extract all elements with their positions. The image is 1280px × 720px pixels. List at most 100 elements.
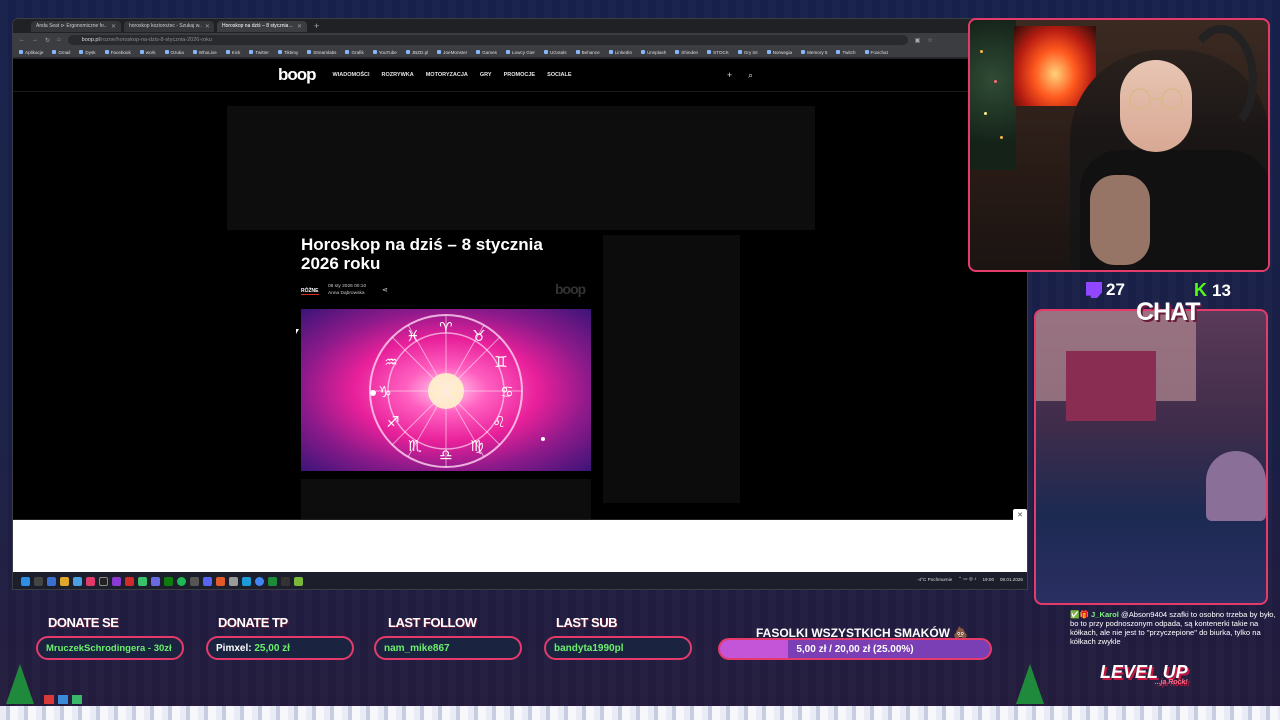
new-tab-icon[interactable]: + — [314, 21, 319, 31]
bookmark-item[interactable]: WhoLive — [193, 50, 217, 55]
app-icon[interactable] — [138, 577, 147, 586]
app-icon[interactable] — [281, 577, 290, 586]
app-icon[interactable] — [294, 577, 303, 586]
clock-time[interactable]: 19:00 — [983, 577, 995, 582]
bookmark-star-icon[interactable]: ☆ — [927, 37, 932, 44]
forward-icon[interactable]: → — [32, 37, 38, 43]
bookmark-item[interactable]: UGotals — [544, 50, 567, 55]
ad-banner — [227, 106, 815, 230]
nav-link[interactable]: PROMOCJE — [504, 72, 535, 78]
svg-text:♍: ♍ — [470, 437, 483, 455]
bookmark-item[interactable]: Gry tnt — [738, 50, 758, 55]
donate-se-value: MruczekSchrodingera - 30zł — [36, 636, 184, 660]
bookmark-item[interactable]: Twitter — [249, 50, 269, 55]
article-category[interactable]: RÓŻNE — [301, 288, 319, 295]
url-input[interactable]: boop.pl/rozne/horoskop-na-dzis-8-styczni… — [67, 35, 908, 45]
bookmark-item[interactable]: work — [140, 50, 156, 55]
close-icon[interactable]: ✕ — [1013, 509, 1027, 521]
spotify-icon[interactable] — [177, 577, 186, 586]
article-author[interactable]: Anna Dąbrowska — [328, 290, 366, 297]
nav-link[interactable]: MOTORYZACJA — [426, 72, 468, 78]
home-icon[interactable]: ⌂ — [57, 37, 61, 43]
app-icon[interactable] — [73, 577, 82, 586]
close-icon[interactable]: ✕ — [205, 23, 210, 30]
app-icon[interactable] — [125, 577, 134, 586]
site-nav: boop WIADOMOŚCI ROZRYWKA MOTORYZACJA GRY… — [13, 59, 1027, 92]
svg-text:♎: ♎ — [439, 446, 452, 464]
bookmark-item[interactable]: Games — [476, 50, 497, 55]
nav-link[interactable]: GRY — [480, 72, 492, 78]
goal-progress-bar: 5,00 zł / 20,00 zł (25.00%) — [718, 638, 992, 660]
bookmark-item[interactable]: Ozuka — [165, 50, 184, 55]
app-icon[interactable] — [151, 577, 160, 586]
clock-date[interactable]: 08.01.2026 — [1000, 577, 1023, 582]
task-view-icon[interactable] — [47, 577, 56, 586]
app-icon[interactable] — [190, 577, 199, 586]
back-icon[interactable]: ← — [19, 37, 25, 43]
app-icon[interactable] — [229, 577, 238, 586]
content-placeholder — [301, 479, 591, 519]
extensions-icon[interactable]: ▣ — [915, 37, 921, 44]
bookmark-item[interactable]: Foxichat — [865, 50, 888, 55]
share-icon[interactable]: ⋖ — [382, 286, 388, 294]
tray-icons[interactable]: ⌃ ▭ ◎ ♪ — [958, 576, 976, 582]
bookmark-item[interactable]: JBZD.pl — [406, 50, 428, 55]
chat-title: CHAT — [1136, 298, 1201, 326]
streamer-hand — [1090, 175, 1150, 265]
bookmark-item[interactable]: Unsplash — [641, 50, 666, 55]
bookmark-item[interactable]: Streamlabs — [307, 50, 336, 55]
bookmark-item[interactable]: Facebook — [105, 50, 131, 55]
app-icon[interactable] — [216, 577, 225, 586]
discord-icon[interactable] — [203, 577, 212, 586]
chrome-icon[interactable] — [255, 577, 264, 586]
bookmark-item[interactable]: JoeMonster — [437, 50, 467, 55]
url-host: boop.pl — [81, 37, 100, 43]
nav-link[interactable]: WIADOMOŚCI — [333, 72, 370, 78]
windows-start-icon[interactable] — [21, 577, 30, 586]
xbox-icon[interactable] — [164, 577, 173, 586]
plus-icon[interactable]: + — [727, 70, 732, 80]
bookmark-item[interactable]: Aplikacje — [19, 50, 43, 55]
side-ad — [603, 235, 740, 503]
article-date: 08 sty 2026 00:10 — [328, 284, 367, 289]
bookmark-item[interactable]: Tiktimy — [278, 50, 298, 55]
file-explorer-icon[interactable] — [60, 577, 69, 586]
close-icon[interactable]: ✕ — [297, 23, 302, 30]
last-follow-value: nam_mike867 — [374, 636, 522, 660]
app-icon[interactable] — [99, 577, 108, 586]
app-icon[interactable] — [112, 577, 121, 586]
bookmark-item[interactable]: Dysk — [79, 50, 95, 55]
bookmark-item[interactable]: YouTube — [373, 50, 397, 55]
christmas-tree-photo — [970, 20, 1016, 170]
steam-icon[interactable] — [242, 577, 251, 586]
site-logo[interactable]: boop — [278, 65, 317, 85]
bookmark-item[interactable]: Shinden — [675, 50, 698, 55]
chat-panel — [1034, 309, 1268, 605]
excel-icon[interactable] — [268, 577, 277, 586]
bookmark-item[interactable]: Grafik — [345, 50, 363, 55]
bookmark-item[interactable]: LinkedIn — [609, 50, 632, 55]
reload-icon[interactable]: ↻ — [45, 37, 50, 44]
webcam-feed — [968, 18, 1270, 272]
search-icon[interactable] — [34, 577, 43, 586]
bookmark-item[interactable]: Twitch — [836, 50, 855, 55]
christmas-tree-icon — [1016, 664, 1044, 704]
browser-tab-active[interactable]: Horoskop na dziś – 8 stycznia .. ✕ — [217, 20, 307, 32]
weather-text[interactable]: -4°C Pochmurnie — [917, 577, 952, 582]
search-icon[interactable]: ⌕ — [748, 70, 753, 81]
bookmark-item[interactable]: Gmail — [52, 50, 70, 55]
app-icon[interactable] — [86, 577, 95, 586]
svg-text:♌: ♌ — [492, 413, 505, 431]
bookmark-item[interactable]: Memory 5 — [801, 50, 827, 55]
chat-message: ✅🎁 J_Karol @Abson9404 szafki to osobno t… — [1070, 610, 1278, 646]
bookmark-item[interactable]: Kick — [226, 50, 241, 55]
close-icon[interactable]: ✕ — [111, 23, 116, 30]
browser-tab[interactable]: horoskop koziorożec - Szukaj w.. ✕ — [124, 20, 214, 32]
bookmark-item[interactable]: STOCK — [707, 50, 729, 55]
bookmark-item[interactable]: Norwegia — [767, 50, 792, 55]
bookmark-item[interactable]: Behance — [576, 50, 600, 55]
nav-link[interactable]: ROZRYWKA — [382, 72, 414, 78]
browser-tab[interactable]: Anda Seat ⊳ Ergonomiczne fo.. ✕ — [31, 20, 121, 32]
nav-link[interactable]: SOCIALE — [547, 72, 571, 78]
bookmark-item[interactable]: Lowcy Gier — [506, 50, 535, 55]
